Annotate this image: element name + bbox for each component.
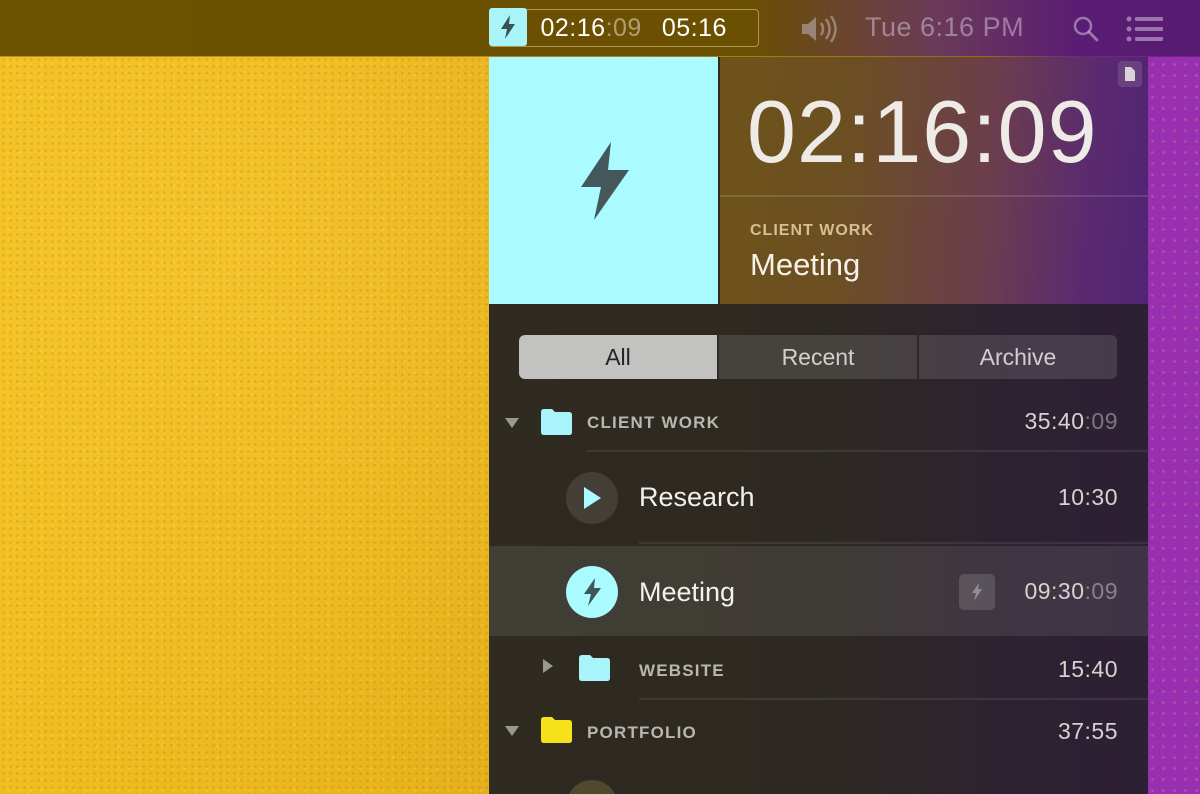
menubar-clock[interactable]: Tue 6:16 PM (865, 12, 1024, 43)
group-label: WEBSITE (639, 661, 725, 680)
folder-icon (579, 655, 610, 685)
filter-segmented-control: All Recent Archive (519, 335, 1117, 379)
bolt-icon (488, 8, 527, 47)
list-icon[interactable] (1126, 16, 1164, 46)
menubar-total-time: 05:16 (661, 13, 727, 42)
timer-popover: 02:16:09 CLIENT WORK Meeting All Recent … (489, 57, 1148, 794)
task-label: Research (639, 482, 755, 512)
current-timer-header: 02:16:09 CLIENT WORK Meeting (489, 57, 1148, 304)
task-time: 10:30 (1057, 484, 1118, 510)
current-category-label: CLIENT WORK (750, 222, 874, 239)
expand-triangle-icon[interactable] (543, 659, 553, 673)
divider (639, 698, 1148, 700)
divider (720, 195, 1148, 197)
document-icon[interactable] (1118, 61, 1142, 87)
folder-icon (541, 717, 572, 747)
task-circle-icon[interactable] (566, 780, 618, 794)
current-task-label: Meeting (750, 247, 861, 282)
group-row-portfolio[interactable]: PORTFOLIO 37:55 (489, 702, 1148, 762)
folder-icon (541, 409, 572, 439)
tab-archive[interactable]: Archive (919, 335, 1117, 379)
task-row-research[interactable]: Research 10:30 (489, 454, 1148, 544)
group-time: 35:40:09 (1024, 408, 1118, 434)
task-time: 09:30:09 (1024, 578, 1118, 604)
divider (639, 542, 1148, 544)
group-row-client-work[interactable]: CLIENT WORK 35:40:09 (489, 396, 1148, 452)
current-timer-display: 02:16:09 (747, 82, 1098, 181)
tab-all[interactable]: All (519, 335, 717, 379)
group-label: CLIENT WORK (587, 413, 721, 432)
task-label: Meeting (639, 577, 736, 607)
bolt-icon[interactable] (959, 574, 995, 610)
bolt-icon (580, 141, 629, 220)
menubar-timer-widget[interactable]: 02:16:09 05:16 (488, 8, 759, 47)
group-row-website[interactable]: WEBSITE 15:40 (489, 640, 1148, 700)
play-icon[interactable] (566, 472, 618, 524)
collapse-triangle-icon[interactable] (505, 418, 519, 428)
group-time: 15:40 (1057, 656, 1118, 682)
group-label: PORTFOLIO (587, 723, 697, 742)
task-row-meeting[interactable]: Meeting 09:30:09 (489, 546, 1148, 636)
bolt-icon[interactable] (566, 566, 618, 618)
menu-bar: 02:16:09 05:16 Tue 6:16 PM (0, 0, 1200, 56)
tab-recent[interactable]: Recent (719, 335, 917, 379)
group-time: 37:55 (1057, 718, 1118, 744)
divider (587, 450, 1148, 452)
volume-icon[interactable] (800, 14, 838, 48)
current-task-bolt-tile[interactable] (489, 57, 718, 304)
current-timer-info: 02:16:09 CLIENT WORK Meeting (720, 57, 1148, 304)
search-icon[interactable] (1072, 15, 1100, 47)
collapse-triangle-icon[interactable] (505, 726, 519, 736)
task-list-area: All Recent Archive CLIENT WORK 35:40:09 … (489, 304, 1148, 794)
menubar-timer: 02:16:09 (540, 13, 642, 42)
